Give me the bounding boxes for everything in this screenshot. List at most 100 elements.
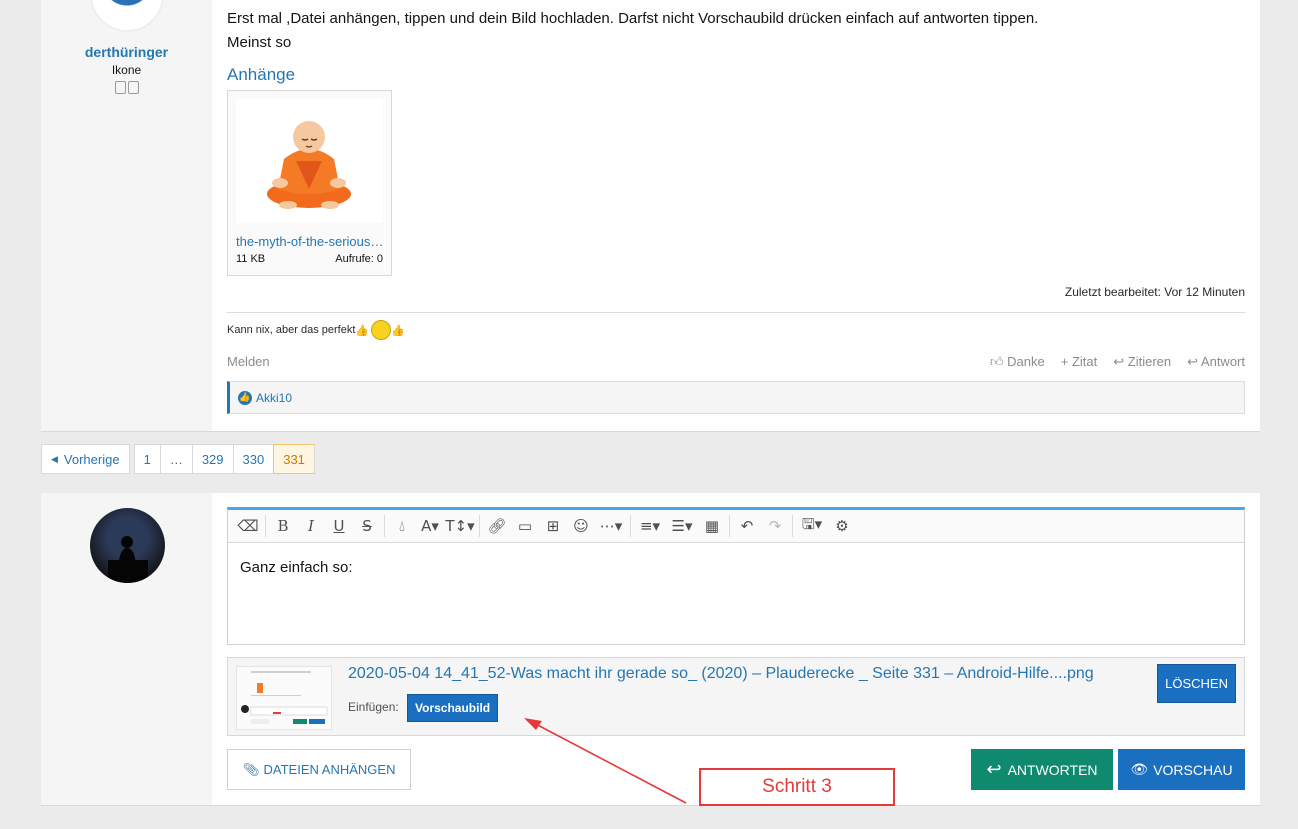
monk-image (267, 121, 351, 209)
page-numbers: 1 … 329 330 331 (133, 444, 315, 474)
eye-icon: 👁︎ (1130, 761, 1149, 777)
thumb-icon: 👍︎ (989, 354, 1008, 369)
smiley-icon (371, 320, 392, 340)
page-link[interactable]: 330 (232, 444, 274, 474)
attachments-heading: Anhänge (227, 65, 296, 84)
message-line: Erst mal ,Datei anhängen, tippen und dei… (227, 10, 1039, 27)
thumbs-up-icon: 👍 (355, 324, 370, 337)
reply-button-label: ANTWORTEN (1007, 761, 1098, 778)
likes-bar: 👍 Akki10 (227, 381, 1245, 414)
badge-icon (128, 81, 139, 94)
post-message: derthüringer Ikone Erst mal ,Datei anhän… (41, 0, 1260, 432)
preview-button[interactable]: 👁︎ VORSCHAU (1118, 749, 1245, 790)
toolbar-divider (479, 515, 480, 537)
signature: Kann nix, aber das perfekt 👍 👍 (227, 320, 405, 340)
align-icon[interactable]: ≡▾ (634, 514, 666, 538)
color-icon[interactable]: 💧︎ (388, 514, 416, 538)
quote-button[interactable]: ↩ Zitieren (1113, 354, 1171, 370)
toolbar-divider (384, 515, 385, 537)
user-badges (115, 81, 141, 97)
toolbar-divider (792, 515, 793, 537)
upload-thumbnail (236, 666, 332, 730)
toolbar-divider (729, 515, 730, 537)
smilie-icon[interactable]: ☺ (567, 514, 595, 538)
quote-label: Zitieren (1127, 354, 1172, 369)
prev-label: Vorherige (63, 451, 120, 467)
badge-icon (115, 81, 126, 94)
delete-upload-button[interactable]: LÖSCHEN (1157, 664, 1236, 703)
user-column (41, 493, 212, 805)
italic-icon[interactable]: I (297, 514, 325, 538)
liked-by-user[interactable]: Akki10 (256, 391, 292, 405)
signature-text: Kann nix, aber das perfekt (227, 324, 356, 336)
media-icon[interactable]: ⊞ (539, 514, 567, 538)
page-link[interactable]: 329 (191, 444, 233, 474)
attach-label: DATEIEN ANHÄNGEN (263, 762, 396, 777)
message-line: Meinst so (227, 34, 292, 51)
like-icon: 👍 (238, 390, 252, 405)
list-icon[interactable]: ☰▾ (666, 514, 698, 538)
attachment-name[interactable]: the-myth-of-the-serious-yogi.png (236, 234, 386, 249)
insert-label: Einfügen: (348, 700, 399, 714)
drafts-icon[interactable]: 🖫▾ (796, 514, 828, 538)
attachment-size: 11 KB (236, 253, 266, 265)
toolbar-divider (265, 515, 266, 537)
avatar[interactable] (90, 508, 165, 583)
multiquote-button[interactable]: + Zitat (1061, 354, 1098, 370)
editor-content[interactable]: Ganz einfach so: (228, 543, 1244, 592)
redo-icon[interactable]: ↷ (761, 514, 789, 538)
strikethrough-icon[interactable]: S (353, 514, 381, 538)
reply-button[interactable]: ↩ ANTWORTEN (971, 749, 1113, 790)
preview-label: VORSCHAU (1153, 761, 1233, 778)
upload-filename[interactable]: 2020-05-04 14_41_52-Was macht ihr gerade… (348, 665, 1094, 683)
user-column: derthüringer Ikone (41, 0, 212, 431)
underline-icon[interactable]: U (325, 514, 353, 538)
attach-files-button[interactable]: 📎︎ DATEIEN ANHÄNGEN (227, 749, 412, 790)
attachment-card[interactable]: the-myth-of-the-serious-yogi.png 11 KB A… (227, 90, 392, 276)
insert-thumbnail-button[interactable]: Vorschaubild (407, 694, 499, 722)
user-title: Ikone (111, 63, 142, 77)
more-icon[interactable]: ⋯▾ (595, 514, 627, 538)
editor-toolbar: ⌫ B I U S 💧︎ A▾ T↕▾ 🔗︎ ▭ ⊞ ☺ ⋯▾ ≡▾ ☰▾ ▦ … (228, 510, 1244, 543)
avatar-silhouette (108, 536, 148, 583)
pagination: ◀ Vorherige 1 … 329 330 331 (41, 444, 315, 474)
post-actions: 👍︎ Danke + Zitat ↩ Zitieren ↩ Antwort (990, 354, 1245, 370)
reply-label: Antwort (1200, 354, 1245, 369)
font-size-icon[interactable]: T↕▾ (444, 514, 476, 538)
chevron-left-icon: ◀ (51, 453, 58, 464)
like-button[interactable]: 👍︎ Danke (990, 354, 1045, 370)
reply-link[interactable]: ↩ Antwort (1187, 354, 1245, 370)
reply-icon: ↩ (1113, 354, 1128, 369)
message-editor[interactable]: ⌫ B I U S 💧︎ A▾ T↕▾ 🔗︎ ▭ ⊞ ☺ ⋯▾ ≡▾ ☰▾ ▦ … (227, 507, 1245, 645)
toolbar-divider (630, 515, 631, 537)
prev-page-button[interactable]: ◀ Vorherige (41, 444, 130, 474)
last-edited: Zuletzt bearbeitet: Vor 12 Minuten (1064, 285, 1245, 299)
undo-icon[interactable]: ↶ (733, 514, 761, 538)
page-current[interactable]: 331 (273, 444, 315, 474)
thumbs-up-icon: 👍 (391, 324, 405, 337)
username-link[interactable]: derthüringer (41, 44, 212, 60)
image-icon[interactable]: ▭ (511, 514, 539, 538)
settings-icon[interactable]: ⚙ (828, 514, 856, 538)
quick-reply: ⌫ B I U S 💧︎ A▾ T↕▾ 🔗︎ ▭ ⊞ ☺ ⋯▾ ≡▾ ☰▾ ▦ … (41, 493, 1260, 806)
like-label: Danke (1007, 354, 1045, 369)
paperclip-icon: 📎︎ (243, 761, 260, 777)
eraser-icon[interactable]: ⌫ (234, 514, 262, 538)
font-family-icon[interactable]: A▾ (416, 514, 444, 538)
uploaded-file: 2020-05-04 14_41_52-Was macht ihr gerade… (227, 657, 1245, 736)
plus-icon: + (1060, 354, 1072, 369)
table-icon[interactable]: ▦ (698, 514, 726, 538)
screenshot-thumbnail-image (237, 667, 331, 729)
bold-icon[interactable]: B (269, 514, 297, 538)
report-link[interactable]: Melden (227, 354, 270, 369)
link-icon[interactable]: 🔗︎ (483, 514, 511, 538)
reply-icon: ↩ (1187, 354, 1201, 369)
avatar[interactable] (90, 0, 164, 32)
message-body: Erst mal ,Datei anhängen, tippen und dei… (227, 7, 1038, 55)
page-ellipsis[interactable]: … (159, 444, 192, 474)
attachment-thumbnail[interactable] (236, 99, 383, 223)
reply-icon: ↩ (986, 759, 1002, 779)
page-link[interactable]: 1 (133, 444, 160, 474)
attachment-views: Aufrufe: 0 (335, 253, 383, 265)
signature-divider (227, 312, 1245, 313)
